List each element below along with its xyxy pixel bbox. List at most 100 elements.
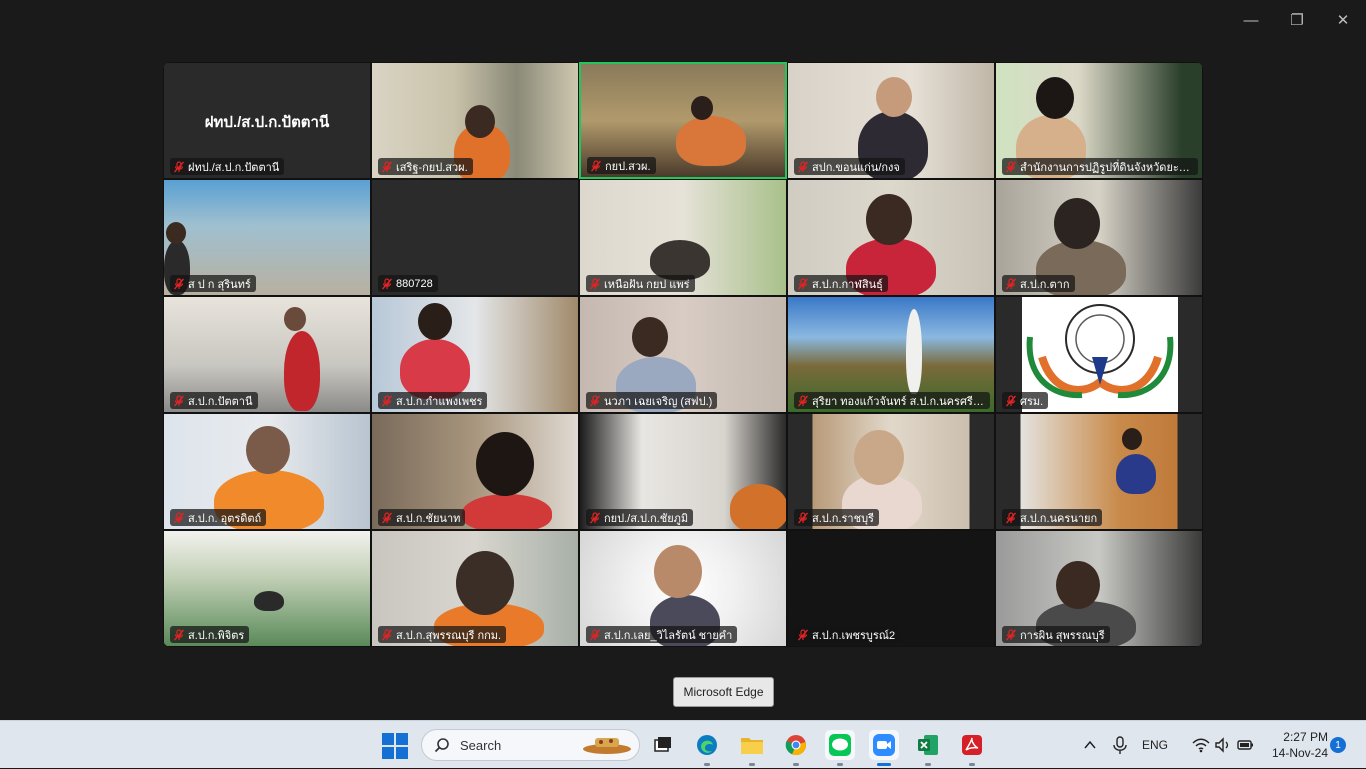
mic-muted-icon [173,277,185,289]
participant-tile[interactable]: ส.ป.ก.พิจิตร [163,530,371,647]
participant-name: สำนักงานการปฏิรูปที่ดินจังหวัดยะลา... [1020,161,1193,174]
chevron-up-icon[interactable] [1082,737,1098,753]
search-placeholder: Search [460,737,502,753]
participant-name-label: กยป.สวผ. [587,157,656,174]
participant-name: สุริยา ทองแก้วจันทร์ ส.ป.ก.นครศรีธ... [812,395,985,408]
participant-tile[interactable]: ส.ป.ก.เลย_วิไลรัตน์ ชายคำ [579,530,787,647]
participant-name-label: ส.ป.ก.กาฬสินธุ์ [794,275,888,292]
participant-head [1036,77,1074,119]
participant-name: นวภา เฉยเจริญ (สฟป.) [604,395,713,408]
system-tray: ENG [1082,721,1254,769]
participant-name-label: ส.ป.ก.เพชรบูรณ์2 [794,626,901,643]
participant-tile[interactable]: สุริยา ทองแก้วจันทร์ ส.ป.ก.นครศรีธ... [787,296,995,413]
participant-name: ส.ป.ก.ราชบุรี [812,512,874,525]
participant-name-label: ส.ป.ก.กำแพงเพชร [378,392,488,409]
participant-name-label: กยป./ส.ป.ก.ชัยภูมิ [586,509,694,526]
participant-head [632,317,668,357]
participant-name-label: นวภา เฉยเจริญ (สฟป.) [586,392,718,409]
participant-tile[interactable]: ส.ป.ก.ชัยนาท [371,413,579,530]
participant-tile[interactable]: เสริฐ-กยป.สวผ. [371,62,579,179]
participant-tile[interactable]: ส.ป.ก.กำแพงเพชร [371,296,579,413]
participant-display-name: ฝทป./ส.ป.ก.ปัตตานี [204,114,330,131]
maximize-button[interactable]: ❐ [1274,0,1320,40]
participant-tile[interactable]: ส.ป.ก.สุพรรณบุรี กกม. [371,530,579,647]
minimize-button[interactable]: — [1228,0,1274,40]
mic-muted-icon [173,628,185,640]
participant-tile[interactable]: ศรม. [995,296,1203,413]
taskbar-search[interactable]: Search [421,729,640,761]
mic-muted-icon [797,394,809,406]
start-button[interactable] [382,733,408,759]
participant-head [456,551,514,615]
participant-figure [284,331,320,411]
mic-muted-icon [173,511,185,523]
notification-badge[interactable]: 1 [1330,737,1346,753]
participant-name-label: ส.ป.ก.นครนายก [1002,509,1103,526]
participant-name-label: ส.ป.ก.ราชบุรี [794,509,879,526]
mic-muted-icon [381,628,393,640]
mic-muted-icon [590,159,602,171]
participant-name-label: ศรม. [1002,392,1049,409]
participant-tile[interactable]: ส.ป.ก.ตาก [995,179,1203,296]
participant-tile[interactable]: ส.ป.ก. อุตรดิตถ์ [163,413,371,530]
edge-icon[interactable] [692,730,722,766]
mic-muted-icon [1005,511,1017,523]
participant-name-label: สุริยา ทองแก้วจันทร์ ส.ป.ก.นครศรีธ... [794,392,990,409]
participant-head [1122,428,1142,450]
mic-muted-icon [589,277,601,289]
close-button[interactable]: ✕ [1320,0,1366,40]
participant-tile[interactable]: ส.ป.ก.กาฬสินธุ์ [787,179,995,296]
participant-tile[interactable]: กยป.สวผ. [579,62,787,179]
participant-head [866,194,912,245]
participant-tile[interactable]: เหนือฝัน กยป แพร่ [579,179,787,296]
participant-head [246,426,290,475]
participant-name-label: ส.ป.ก.สุพรรณบุรี กกม. [378,626,507,643]
excel-icon[interactable] [913,730,943,766]
zoom-icon[interactable] [869,730,899,766]
wifi-icon[interactable] [1192,737,1210,753]
participant-tile[interactable]: สปก.ขอนแก่น/กงจ [787,62,995,179]
mic-muted-icon [1005,628,1017,640]
participant-tile[interactable]: การผิน สุพรรณบุรี [995,530,1203,647]
participant-name: ส.ป.ก.เพชรบูรณ์2 [812,629,896,642]
participant-name: เหนือฝัน กยป แพร่ [604,278,690,291]
participant-tile[interactable]: ส.ป.ก.นครนายก [995,413,1203,530]
participant-tile[interactable]: ส.ป.ก.เพชรบูรณ์2 [787,530,995,647]
search-highlight-icon [583,738,631,754]
mic-muted-icon [797,277,809,289]
participant-name: สปก.ขอนแก่น/กงจ [812,161,900,174]
mic-muted-icon [381,394,393,406]
participant-name-label: ส.ป.ก.ตาก [1002,275,1075,292]
acrobat-icon[interactable] [957,730,987,766]
participant-name: กยป.สวผ. [605,160,651,173]
participant-figure [462,494,552,529]
battery-icon[interactable] [1236,737,1254,753]
clock[interactable]: 2:27 PM 14-Nov-24 [1262,729,1328,761]
mic-muted-icon [797,511,809,523]
chrome-icon[interactable] [781,730,811,766]
microphone-icon[interactable] [1112,736,1128,754]
participant-tile[interactable]: 880728 [371,179,579,296]
language-indicator[interactable]: ENG [1142,738,1168,752]
participant-tile[interactable]: สำนักงานการปฏิรูปที่ดินจังหวัดยะลา... [995,62,1203,179]
participant-name: ส.ป.ก.กาฬสินธุ์ [812,278,883,291]
line-icon[interactable] [825,730,855,766]
participant-figure [400,339,470,399]
participant-tile[interactable]: ส ป ก สุรินทร์ [163,179,371,296]
participant-name: ฝทป./ส.ป.ก.ปัตตานี [188,161,280,174]
participant-figure [906,309,922,394]
participant-tile[interactable]: ส.ป.ก.ปัตตานี [163,296,371,413]
participant-tile[interactable]: ฝทป./ส.ป.ก.ปัตตานี ฝทป./ส.ป.ก.ปัตตานี [163,62,371,179]
participant-tile[interactable]: กยป./ส.ป.ก.ชัยภูมิ [579,413,787,530]
clock-time: 2:27 PM [1283,730,1328,744]
participant-name-label: ส.ป.ก.พิจิตร [170,626,250,643]
folder-icon[interactable] [737,730,767,766]
participant-name: ส.ป.ก.ชัยนาท [396,512,461,525]
mic-muted-icon [381,160,393,172]
participant-tile[interactable]: ส.ป.ก.ราชบุรี [787,413,995,530]
participant-tile[interactable]: นวภา เฉยเจริญ (สฟป.) [579,296,787,413]
mic-muted-icon [797,160,809,172]
participant-name-label: ส.ป.ก.เลย_วิไลรัตน์ ชายคำ [586,626,738,643]
volume-icon[interactable] [1214,737,1232,753]
task-view-icon[interactable] [648,730,678,760]
